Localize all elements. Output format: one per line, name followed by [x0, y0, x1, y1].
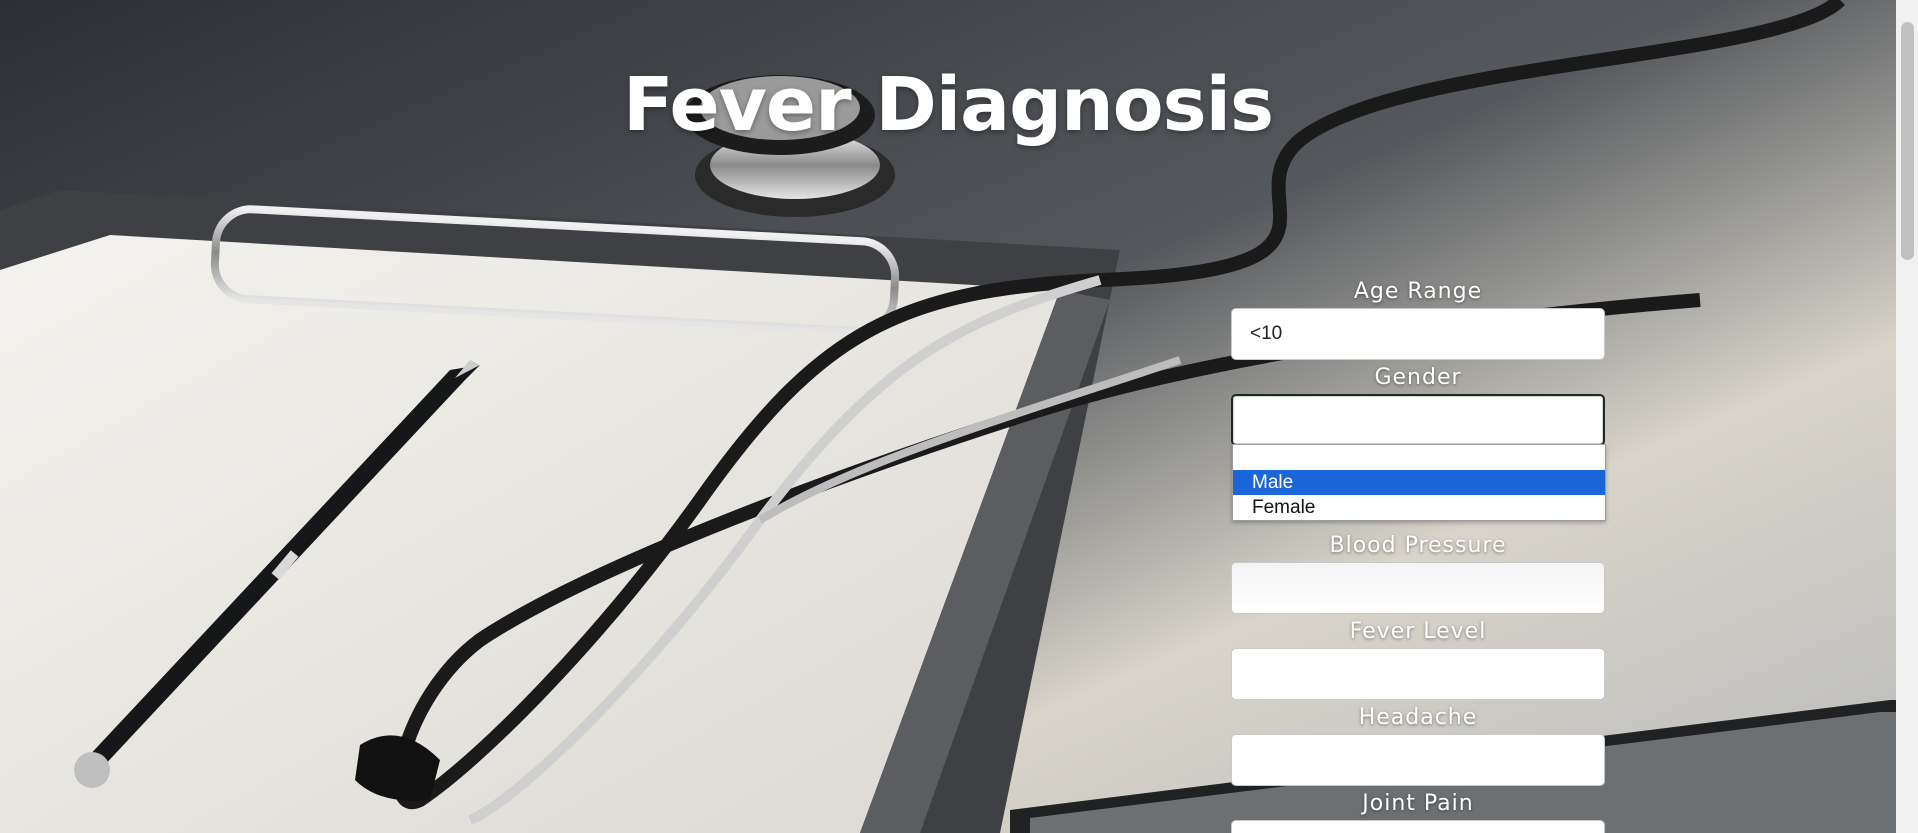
fever-level-select[interactable] — [1231, 648, 1605, 700]
headache-select[interactable] — [1231, 734, 1605, 786]
joint-pain-label: Joint Pain — [1362, 791, 1474, 816]
page-title: Fever Diagnosis — [622, 62, 1274, 148]
age-range-label: Age Range — [1353, 279, 1483, 304]
gender-option-female[interactable]: Female — [1233, 495, 1605, 520]
gender-dropdown-list: Male Female — [1232, 444, 1606, 521]
joint-pain-select[interactable] — [1231, 820, 1605, 833]
age-range-select[interactable]: <10 — [1231, 308, 1605, 360]
gender-select[interactable] — [1231, 394, 1605, 446]
page-scrollbar[interactable] — [1896, 0, 1918, 833]
scrollbar-thumb[interactable] — [1901, 22, 1914, 260]
gender-option-blank[interactable] — [1233, 445, 1605, 470]
fever-level-label: Fever Level — [1349, 619, 1487, 644]
blood-pressure-select[interactable] — [1231, 562, 1605, 614]
headache-label: Headache — [1358, 705, 1478, 730]
blood-pressure-label: Blood Pressure — [1329, 533, 1507, 558]
gender-label: Gender — [1374, 365, 1462, 390]
diagnosis-form: Age Range <10 Gender Blood Pressure Feve… — [1231, 276, 1605, 833]
gender-option-male[interactable]: Male — [1233, 470, 1605, 495]
page: Fever Diagnosis Age Range <10 Gender Blo… — [0, 0, 1918, 833]
